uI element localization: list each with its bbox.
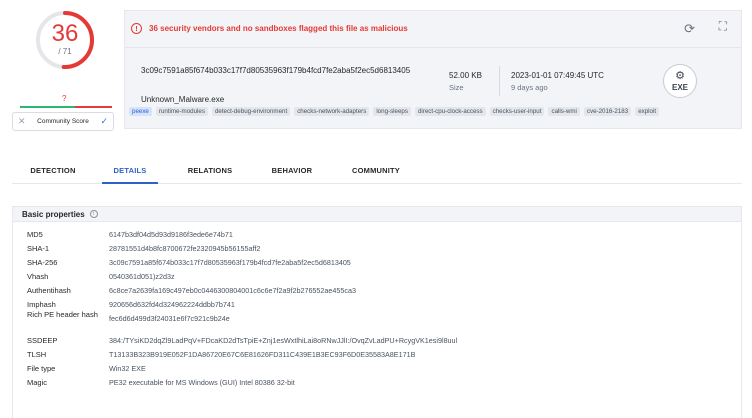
detection-alert: ! 36 security vendors and no sandboxes f…: [131, 11, 731, 45]
file-tag[interactable]: long-sleeps: [373, 107, 411, 116]
vote-harmless-icon[interactable]: ✓: [100, 116, 108, 127]
property-value[interactable]: fec6d6d499d3f24031e6f7c921c9b24e: [109, 313, 230, 325]
report-tabs: DETECTION DETAILS RELATIONS BEHAVIOR COMMUNI…: [12, 162, 742, 184]
basic-properties-panel: Basic properties i MD5 6147b3df04d5d93d91…: [12, 206, 742, 418]
file-size-label: Size: [449, 83, 464, 92]
file-type-badge: ⚙ EXE: [663, 64, 697, 98]
alert-icon: !: [131, 22, 142, 34]
property-value[interactable]: 3c09c7591a85f674b033c17f7d80535963f179b4…: [109, 257, 351, 269]
file-type-badge-label: EXE: [671, 83, 688, 92]
property-key: SSDEEP: [27, 336, 58, 345]
property-value[interactable]: 6147b3df04d5d93d9186f3ede6e74b71: [109, 229, 233, 241]
property-value[interactable]: 28781551d4b8fc8700672fe2320945b56155aff2: [109, 243, 260, 255]
property-value[interactable]: T13133B323B919E052F1DA86720E67C6E81626FD…: [109, 349, 415, 361]
property-key: TLSH: [27, 350, 47, 359]
file-tag[interactable]: calls-wmi: [548, 107, 580, 116]
basic-properties-header: Basic properties i: [13, 207, 741, 222]
community-score-value: ?: [62, 94, 67, 103]
property-value[interactable]: 384:/TYsiKD2dqZl9LadPqV+FDcaKD2dTsTpiE+Z…: [109, 335, 457, 347]
tab-details[interactable]: DETAILS: [102, 162, 158, 184]
tab-detection[interactable]: DETECTION: [20, 162, 86, 184]
tab-relations[interactable]: RELATIONS: [174, 162, 246, 184]
community-score-label: Community Score: [37, 118, 89, 125]
file-tag[interactable]: checks-network-adapters: [294, 107, 370, 116]
property-key: Rich PE header hash: [27, 310, 98, 319]
file-summary-card: ! 36 security vendors and no sandboxes f…: [124, 10, 742, 129]
property-key: File type: [27, 364, 56, 373]
graph-icon[interactable]: ⛶: [719, 19, 727, 34]
property-value[interactable]: Win32 EXE: [109, 363, 146, 375]
last-analysis-date: 2023-01-01 07:49:45 UTC: [511, 71, 604, 80]
property-key: MD5: [27, 230, 43, 239]
file-tags: peexe runtime-modules detect-debug-environ…: [129, 107, 735, 116]
file-tag[interactable]: cve-2016-2183: [583, 107, 632, 116]
last-analysis-age: 9 days ago: [511, 83, 548, 92]
property-key: SHA-256: [27, 258, 58, 267]
vote-malicious-icon[interactable]: ✕: [18, 116, 26, 127]
file-name: Unknown_Malware.exe: [141, 95, 225, 104]
file-tag[interactable]: runtime-modules: [155, 107, 208, 116]
tab-behavior[interactable]: BEHAVIOR: [262, 162, 322, 184]
property-value[interactable]: 6c8ce7a2639fa169c497eb0c0446300804001c6c…: [109, 285, 356, 297]
refresh-icon[interactable]: ⟳: [684, 21, 695, 37]
file-tag[interactable]: direct-cpu-clock-access: [414, 107, 486, 116]
file-tag[interactable]: checks-user-input: [489, 107, 545, 116]
property-key: Authentihash: [27, 286, 71, 295]
tab-community[interactable]: COMMUNITY: [338, 162, 414, 184]
property-key: SHA-1: [27, 244, 50, 253]
size-date-divider: [499, 66, 500, 96]
gears-icon: ⚙: [675, 70, 685, 82]
file-size-value: 52.00 KB: [449, 71, 482, 80]
property-key: Vhash: [27, 272, 49, 281]
file-tag[interactable]: exploit: [635, 107, 660, 116]
engine-total: / 71: [58, 47, 72, 56]
property-value[interactable]: 0540361d051)z2d3z: [109, 271, 175, 283]
detection-count: 36: [51, 20, 79, 47]
community-score-bar: [20, 106, 112, 108]
property-key: Magic: [27, 378, 48, 387]
community-score-bar-fill: [20, 106, 76, 108]
alert-text: 36 security vendors and no sandboxes fla…: [149, 23, 408, 33]
info-icon[interactable]: i: [89, 210, 98, 218]
community-score-widget: ✕ Community Score ✓: [12, 112, 114, 131]
file-sha256[interactable]: 3c09c7591a85f674b033c17f7d80535963f179b4…: [141, 65, 441, 77]
property-value[interactable]: 920656d632fd4d324962224ddbb7b741: [109, 299, 235, 311]
detection-score-gauge: 36 / 71: [34, 9, 96, 71]
file-tag[interactable]: peexe: [129, 107, 152, 116]
file-tag[interactable]: detect-debug-environment: [211, 107, 291, 116]
property-value[interactable]: PE32 executable for MS Windows (GUI) Int…: [109, 377, 295, 389]
basic-properties-title: Basic properties: [22, 209, 85, 219]
card-divider: [125, 47, 741, 48]
